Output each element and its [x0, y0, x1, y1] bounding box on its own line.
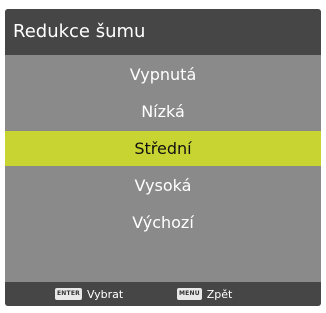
- option-medium[interactable]: Střední: [5, 131, 321, 166]
- option-default[interactable]: Výchozí: [5, 205, 321, 240]
- empty-row: [5, 242, 321, 278]
- menu-hint-label: Zpět: [206, 287, 233, 301]
- enter-hint-label: Vybrat: [86, 287, 124, 301]
- menu-title: Redukce šumu: [5, 9, 321, 55]
- option-low[interactable]: Nízká: [5, 94, 321, 129]
- enter-hint: ENTER Vybrat: [55, 282, 123, 306]
- footer-hints: ENTER Vybrat MENU Zpět: [5, 282, 321, 306]
- noise-reduction-menu-panel: Redukce šumu Vypnutá Nízká Střední Vysok…: [5, 9, 321, 306]
- option-list: Vypnutá Nízká Střední Vysoká Výchozí: [5, 57, 321, 280]
- menu-hint: MENU Zpět: [177, 282, 321, 306]
- option-off[interactable]: Vypnutá: [5, 57, 321, 92]
- menu-key-icon: MENU: [177, 288, 202, 300]
- enter-key-icon: ENTER: [55, 288, 82, 300]
- option-high[interactable]: Vysoká: [5, 168, 321, 203]
